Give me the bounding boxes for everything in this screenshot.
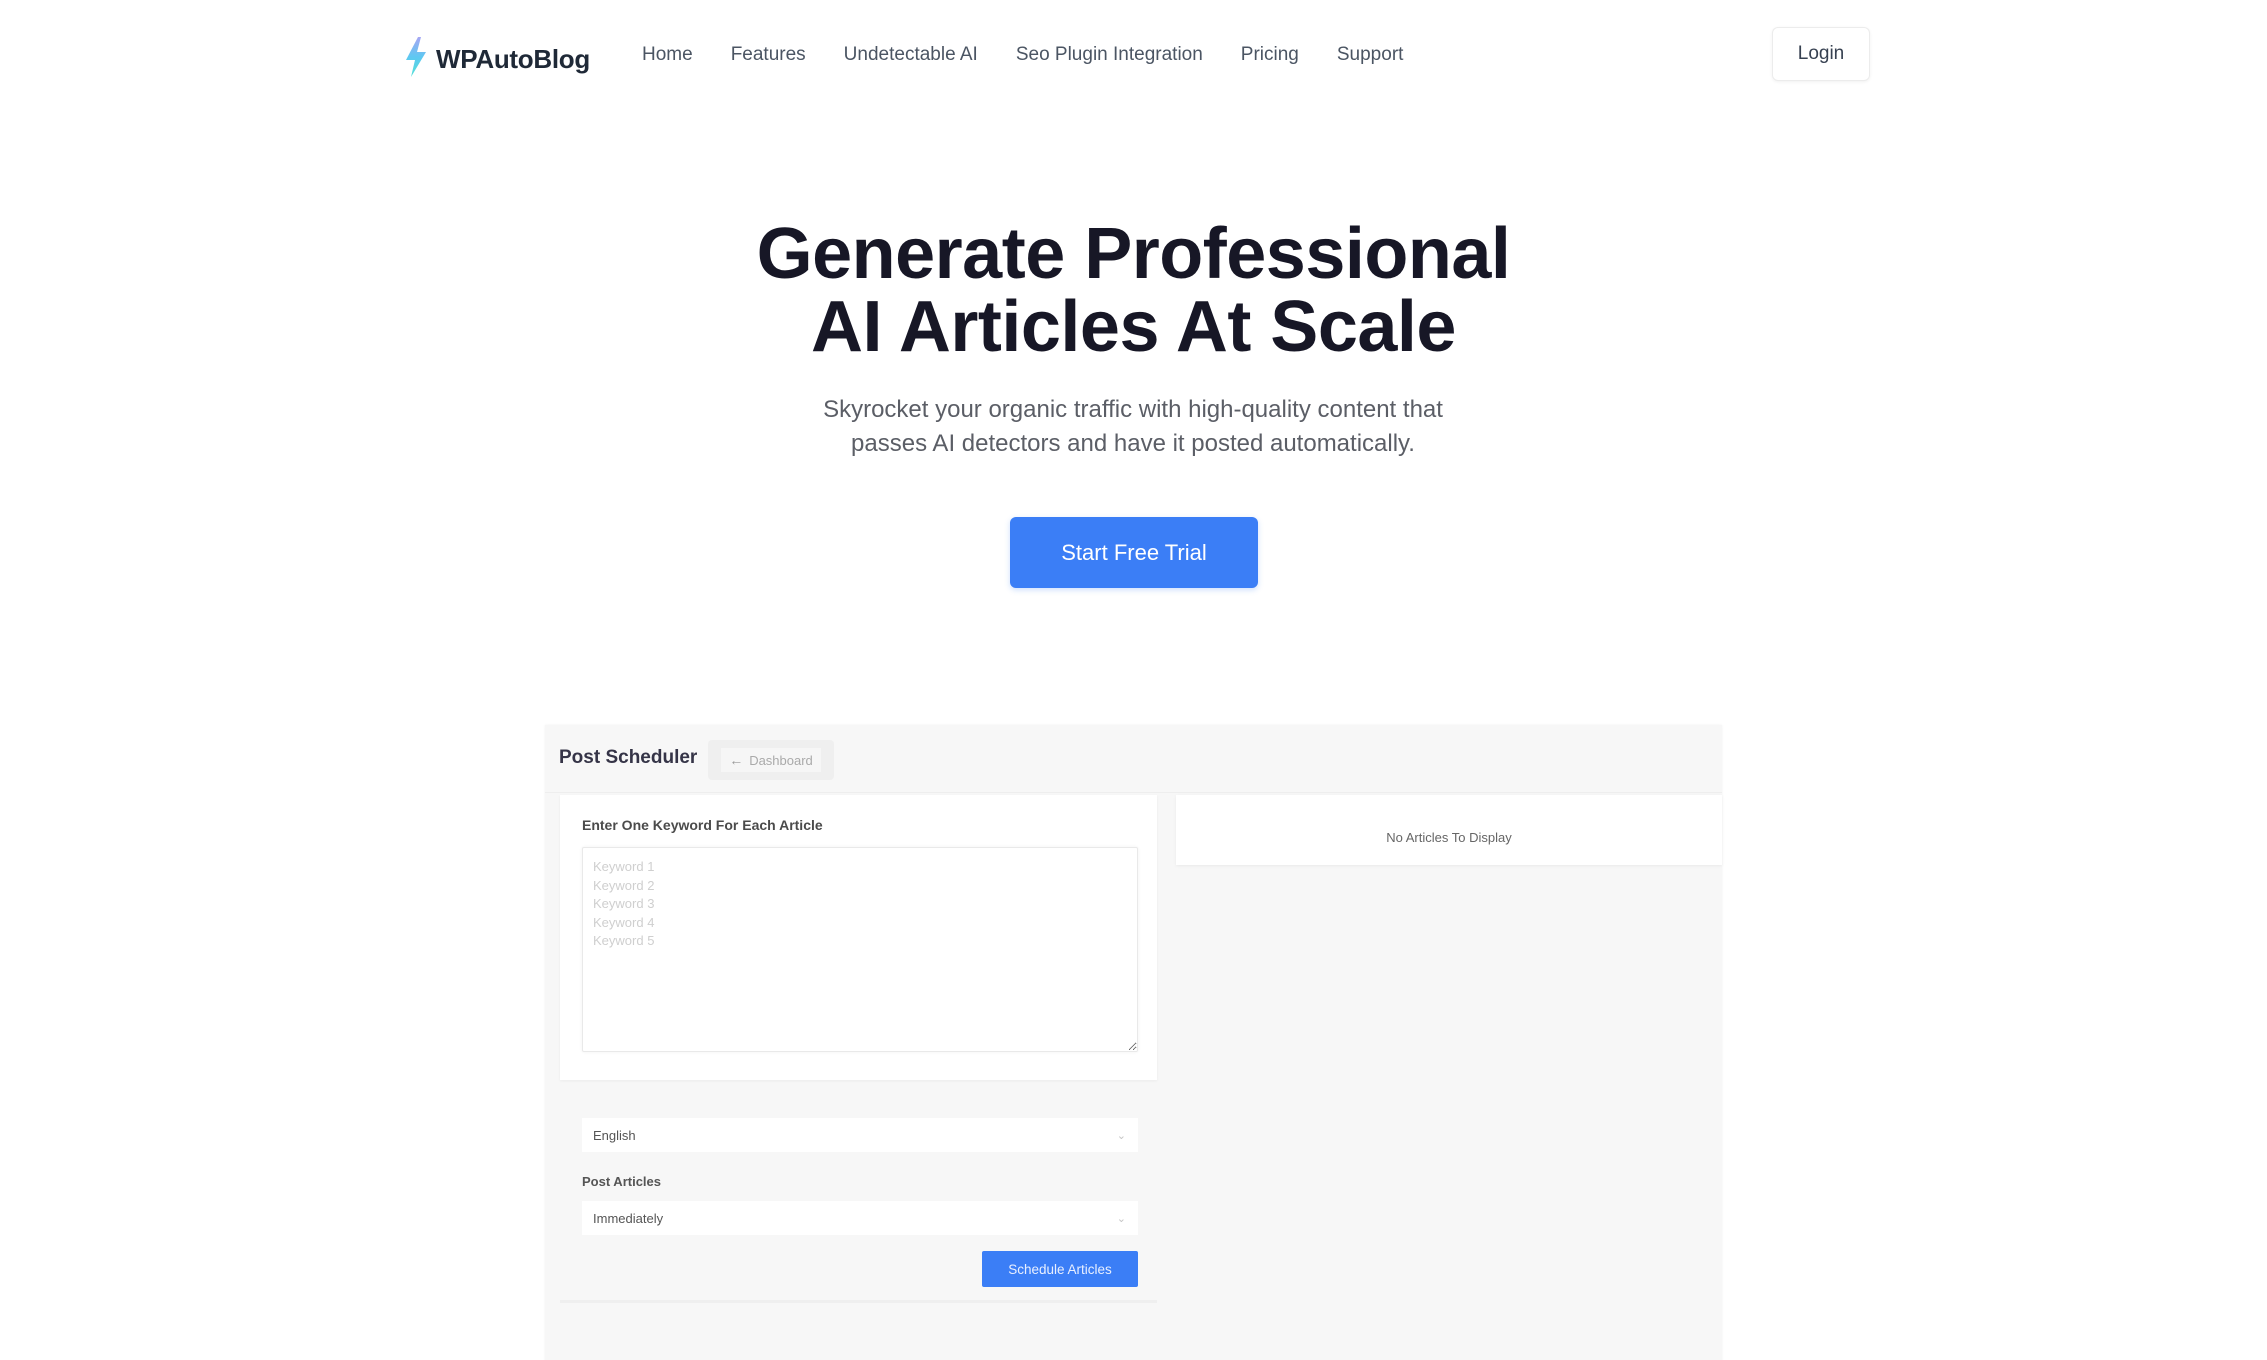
keyword-card: Enter One Keyword For Each Article [560, 795, 1157, 1080]
panel-header: Post Scheduler ← Dashboard [545, 725, 1722, 793]
dashboard-label: Dashboard [749, 752, 813, 768]
empty-state-text: No Articles To Display [1386, 829, 1512, 845]
keyword-textarea[interactable] [582, 847, 1138, 1052]
nav-link-undetectable-ai[interactable]: Undetectable AI [844, 44, 978, 66]
lightning-bolt-icon [402, 36, 430, 83]
brand-name: WPAutoBlog [436, 43, 590, 74]
top-navbar: WPAutoBlog Home Features Undetectable AI… [0, 0, 2267, 110]
login-button[interactable]: Login [1772, 27, 1870, 81]
keyword-label: Enter One Keyword For Each Article [582, 817, 823, 833]
brand-logo[interactable]: WPAutoBlog [402, 34, 590, 84]
post-scheduler-preview: Post Scheduler ← Dashboard Enter One Key… [545, 725, 1722, 1360]
hero-subtitle-line-2: passes AI detectors and have it posted a… [851, 430, 1415, 457]
chevron-down-icon: ⌄ [1116, 1129, 1126, 1142]
nav-link-pricing[interactable]: Pricing [1241, 44, 1299, 66]
articles-list-card: No Articles To Display [1176, 795, 1722, 865]
nav-link-features[interactable]: Features [731, 44, 806, 66]
nav-link-support[interactable]: Support [1337, 44, 1404, 66]
hero-title-line-1: Generate Professional [756, 214, 1511, 294]
language-select-value: English [593, 1127, 636, 1143]
start-free-trial-button[interactable]: Start Free Trial [1010, 517, 1258, 588]
nav-link-home[interactable]: Home [642, 44, 693, 66]
nav-links: Home Features Undetectable AI Seo Plugin… [642, 44, 1441, 66]
chevron-down-icon: ⌄ [1116, 1212, 1126, 1225]
schedule-articles-button[interactable]: Schedule Articles [982, 1251, 1138, 1287]
back-to-dashboard-button[interactable]: ← Dashboard [708, 740, 834, 780]
language-select[interactable]: English ⌄ [582, 1118, 1138, 1152]
hero-title: Generate Professional AI Articles At Sca… [0, 218, 2267, 364]
post-articles-select-value: Immediately [593, 1210, 664, 1226]
nav-link-seo-plugin-integration[interactable]: Seo Plugin Integration [1016, 44, 1203, 66]
post-articles-label: Post Articles [582, 1174, 661, 1189]
arrow-left-icon: ← [729, 752, 744, 768]
hero-subtitle-line-1: Skyrocket your organic traffic with high… [823, 396, 1443, 423]
hero-subtitle: Skyrocket your organic traffic with high… [783, 393, 1483, 461]
panel-title: Post Scheduler [559, 747, 698, 768]
divider [560, 1300, 1157, 1303]
hero-title-line-2: AI Articles At Scale [811, 287, 1456, 367]
post-articles-select[interactable]: Immediately ⌄ [582, 1201, 1138, 1235]
